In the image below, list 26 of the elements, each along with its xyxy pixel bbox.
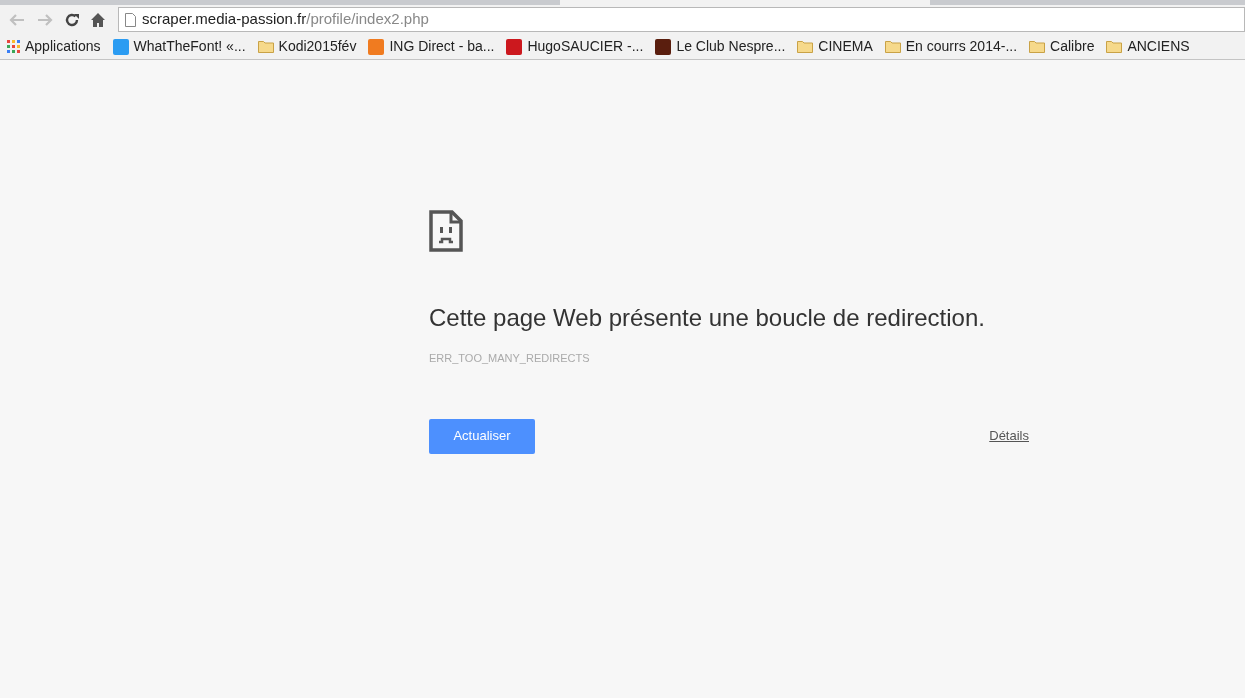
url-path: /profile/index2.php (306, 10, 429, 28)
bookmark-item[interactable]: ANCIENS (1127, 36, 1190, 57)
page-icon (125, 12, 136, 27)
bookmark-item[interactable]: HugoSAUCIER -... (527, 36, 644, 57)
bookmark-item[interactable]: Le Club Nespre... (676, 36, 786, 57)
details-link[interactable]: Détails (989, 426, 1029, 446)
bookmark-item[interactable]: Kodi2015fév (278, 36, 357, 57)
folder-icon (257, 40, 274, 53)
folder-icon (884, 40, 901, 53)
folder-icon (797, 40, 814, 53)
folder-icon (1029, 40, 1046, 53)
error-code: ERR_TOO_MANY_REDIRECTS (429, 351, 591, 366)
sad-page-icon (429, 210, 463, 252)
bookmark-item[interactable]: ING Direct - ba... (389, 36, 495, 57)
bookmark-item[interactable]: Applications (25, 36, 101, 57)
bookmark-item[interactable]: WhatTheFont! «... (133, 36, 246, 57)
bookmark-item[interactable]: CINEMA (818, 36, 873, 57)
folder-icon (1106, 40, 1123, 53)
home-icon[interactable] (90, 11, 106, 28)
bookmark-item[interactable]: En courrs 2014-... (905, 36, 1018, 57)
address-bar[interactable]: scraper.media-passion.fr/profile/index2.php (118, 7, 1245, 32)
reload-icon[interactable] (64, 11, 80, 28)
apps-grid-icon (7, 40, 20, 53)
error-heading: Cette page Web présente une boucle de redirection. (429, 303, 986, 333)
url-host: scraper.media-passion.fr (142, 10, 307, 28)
bookmark-item[interactable]: Calibre (1050, 36, 1095, 57)
